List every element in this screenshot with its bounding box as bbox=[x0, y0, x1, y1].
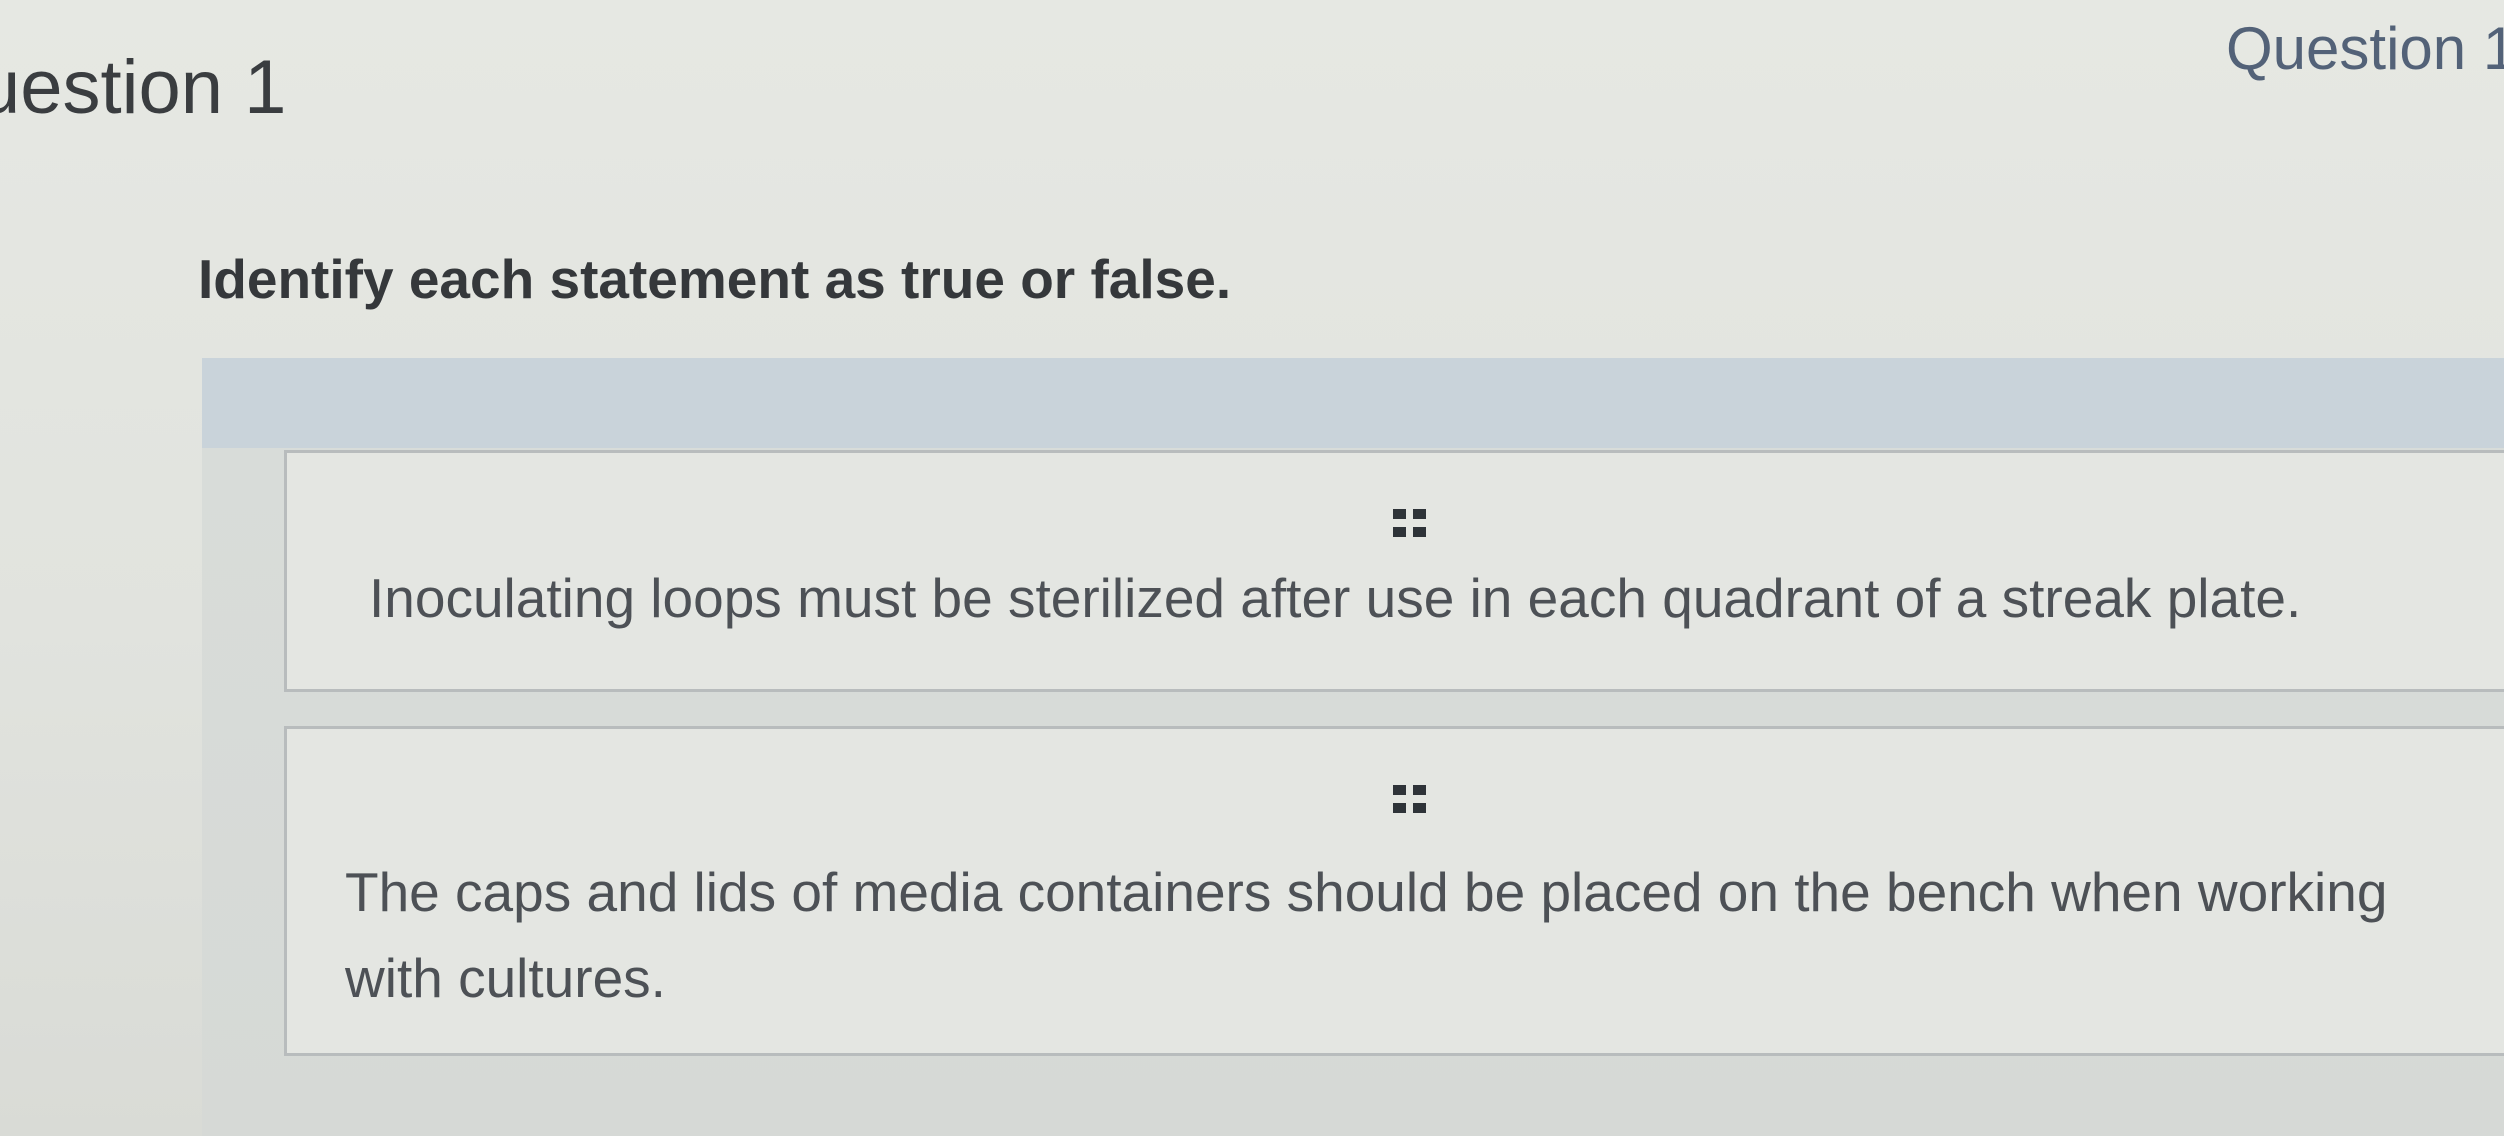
drag-handle-icon[interactable] bbox=[1393, 785, 1429, 815]
question-instruction: Identify each statement as true or false… bbox=[198, 248, 1232, 310]
question-title-secondary: Question 1 bbox=[2226, 15, 2504, 82]
statement-card[interactable]: Inoculating loops must be sterilized aft… bbox=[284, 450, 2504, 692]
drag-handle-icon[interactable] bbox=[1393, 509, 1429, 539]
answer-drop-zone[interactable]: Inoculating loops must be sterilized aft… bbox=[202, 358, 2504, 1136]
statement-text: The caps and lids of media containers sh… bbox=[345, 861, 2388, 1009]
question-title: uestion 1 bbox=[0, 45, 287, 130]
statement-card[interactable]: The caps and lids of media containers sh… bbox=[284, 726, 2504, 1056]
statement-text: Inoculating loops must be sterilized aft… bbox=[369, 567, 2302, 629]
question-page: uestion 1 Question 1 Identify each state… bbox=[0, 0, 2504, 1136]
